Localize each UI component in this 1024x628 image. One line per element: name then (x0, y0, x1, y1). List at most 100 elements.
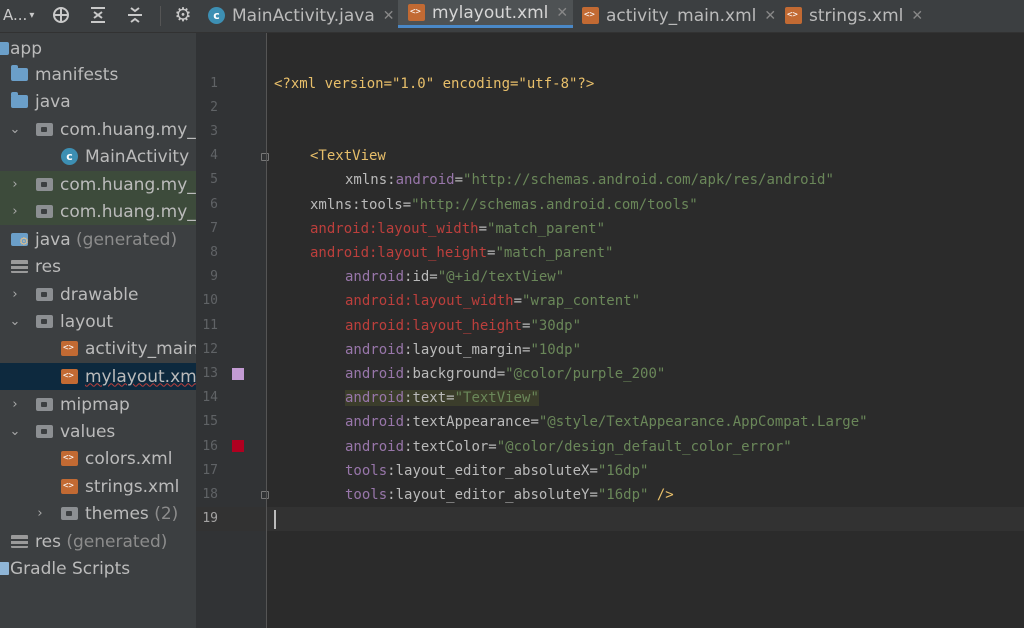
tree-item-layout[interactable]: ⌄ layout (0, 308, 196, 335)
tree-item-mipmap[interactable]: › mipmap (0, 391, 196, 418)
tree-item-themes[interactable]: › themes (2) (0, 500, 196, 527)
tree-item-label: strings.xml (85, 476, 180, 497)
xml-file-icon (785, 7, 802, 24)
gear-icon[interactable]: ⚙ (170, 0, 196, 30)
tab-mylayout-xml[interactable]: mylayout.xml ✕ (398, 0, 573, 28)
attr-name: :id= (404, 269, 438, 285)
line-number: 17 (202, 463, 218, 478)
toolbar-divider (160, 6, 161, 26)
tree-item-label: mylayout.xml (85, 366, 196, 387)
item-count: (2) (154, 503, 179, 524)
attr-name: :textAppearance= (404, 414, 539, 430)
folder-icon (36, 288, 53, 301)
fold-marker-icon[interactable] (261, 153, 269, 161)
fold-marker-icon[interactable] (261, 491, 269, 499)
code-line-14: android:text="TextView" (345, 386, 539, 410)
tree-item-mylayout[interactable]: mylayout.xml (0, 363, 196, 390)
code-line-5: xmlns:android="http://schemas.android.co… (345, 168, 834, 192)
attr-value: "30dp" (530, 318, 582, 334)
xml-file-icon (61, 451, 78, 466)
close-icon[interactable]: ✕ (556, 5, 568, 21)
line-number: 12 (202, 342, 218, 357)
xml-file-icon (408, 4, 425, 21)
folder-icon (36, 315, 53, 328)
line-number: 6 (210, 197, 218, 212)
java-class-icon: c (61, 148, 78, 165)
tree-item-manifests[interactable]: manifests (0, 61, 196, 88)
expand-all-icon[interactable] (85, 0, 111, 30)
tab-activity-main-xml[interactable]: activity_main.xml ✕ (582, 0, 776, 31)
tree-item-java-generated[interactable]: java (generated) (0, 226, 196, 253)
color-swatch-error[interactable] (232, 440, 244, 452)
package-icon (36, 123, 53, 136)
xml-tag: <TextView (310, 148, 386, 164)
xml-tag-close: /> (648, 487, 674, 503)
attr-name: xmlns: (345, 172, 396, 188)
chevron-down-icon[interactable]: ⌄ (9, 122, 21, 137)
tree-item-app[interactable]: app (0, 35, 196, 62)
line-number: 1 (210, 76, 218, 91)
attr-namespace: tools (345, 487, 388, 503)
tree-item-gradle-scripts[interactable]: Gradle Scripts (0, 555, 196, 582)
chevron-right-icon[interactable]: › (9, 287, 21, 302)
package-icon (36, 178, 53, 191)
chevron-down-icon[interactable]: ⌄ (9, 424, 21, 439)
generated-folder-icon (11, 233, 29, 248)
target-icon[interactable] (48, 0, 74, 30)
attr-namespace: android (345, 390, 405, 406)
collapse-all-icon[interactable] (122, 0, 148, 30)
attr-value: "match_parent" (495, 245, 614, 261)
attr-name: :layout_editor_absoluteX= (387, 463, 598, 479)
tree-item-res[interactable]: res (0, 253, 196, 280)
chevron-right-icon[interactable]: › (9, 177, 21, 192)
tab-mainactivity-java[interactable]: c MainActivity.java ✕ (208, 0, 395, 31)
tree-item-package-androidtest[interactable]: › com.huang.my_s (0, 171, 196, 198)
tab-strings-xml[interactable]: strings.xml ✕ (785, 0, 923, 31)
attr-value: "@color/purple_200" (505, 366, 666, 382)
tree-item-label: com.huang.my_s (60, 174, 196, 195)
tree-item-label: java (35, 229, 71, 250)
tree-item-mainactivity[interactable]: c MainActivity (0, 143, 196, 170)
tree-item-drawable[interactable]: › drawable (0, 281, 196, 308)
folder-icon (61, 507, 78, 520)
project-view-selector[interactable]: A... ▾ (0, 0, 43, 30)
close-icon[interactable]: ✕ (764, 8, 776, 24)
color-swatch-purple[interactable] (232, 368, 244, 380)
attr-name-error: android:layout_width (345, 293, 514, 309)
generated-suffix: (generated) (76, 229, 178, 250)
code-editor[interactable]: 1 2 3 4 5 6 7 8 9 10 11 12 13 14 15 16 1… (196, 33, 1024, 628)
chevron-right-icon[interactable]: › (9, 204, 21, 219)
code-line-9: android:id="@+id/textView" (345, 265, 564, 289)
tree-item-label: com.huang.my_s (60, 201, 196, 222)
folder-icon (36, 425, 53, 438)
code-line-13: android:background="@color/purple_200" (345, 362, 665, 386)
tree-item-package-test[interactable]: › com.huang.my_s (0, 198, 196, 225)
project-tree: app manifests java ⌄ com.huang.my_s c Ma… (0, 33, 196, 628)
line-number-current: 19 (202, 511, 218, 526)
code-line-12: android:layout_margin="10dp" (345, 338, 581, 362)
close-icon[interactable]: ✕ (911, 8, 923, 24)
code-line-8: android:layout_height="match_parent" (310, 241, 613, 265)
tree-item-java[interactable]: java (0, 88, 196, 115)
tab-label: strings.xml (809, 5, 904, 26)
attr-name-error: android:layout_height (310, 245, 488, 261)
chevron-right-icon[interactable]: › (9, 397, 21, 412)
close-icon[interactable]: ✕ (383, 8, 395, 24)
attr-value: "@color/design_default_color_error" (496, 439, 792, 455)
tab-label: MainActivity.java (232, 5, 375, 26)
tree-item-package-main[interactable]: ⌄ com.huang.my_s (0, 116, 196, 143)
line-number: 13 (202, 366, 218, 381)
attr-value: "TextView" (454, 390, 539, 406)
tree-item-values[interactable]: ⌄ values (0, 418, 196, 445)
chevron-down-icon[interactable]: ⌄ (9, 314, 21, 329)
folder-icon (11, 65, 28, 81)
tree-item-label: values (60, 421, 116, 442)
tree-item-strings[interactable]: strings.xml (0, 473, 196, 500)
tree-item-colors[interactable]: colors.xml (0, 445, 196, 472)
line-number: 5 (210, 172, 218, 187)
tree-item-res-generated[interactable]: res (generated) (0, 528, 196, 555)
package-icon (36, 205, 53, 218)
tree-item-activity-main[interactable]: activity_main. (0, 335, 196, 362)
chevron-right-icon[interactable]: › (34, 506, 46, 521)
attr-value: "16dp" (597, 463, 649, 479)
